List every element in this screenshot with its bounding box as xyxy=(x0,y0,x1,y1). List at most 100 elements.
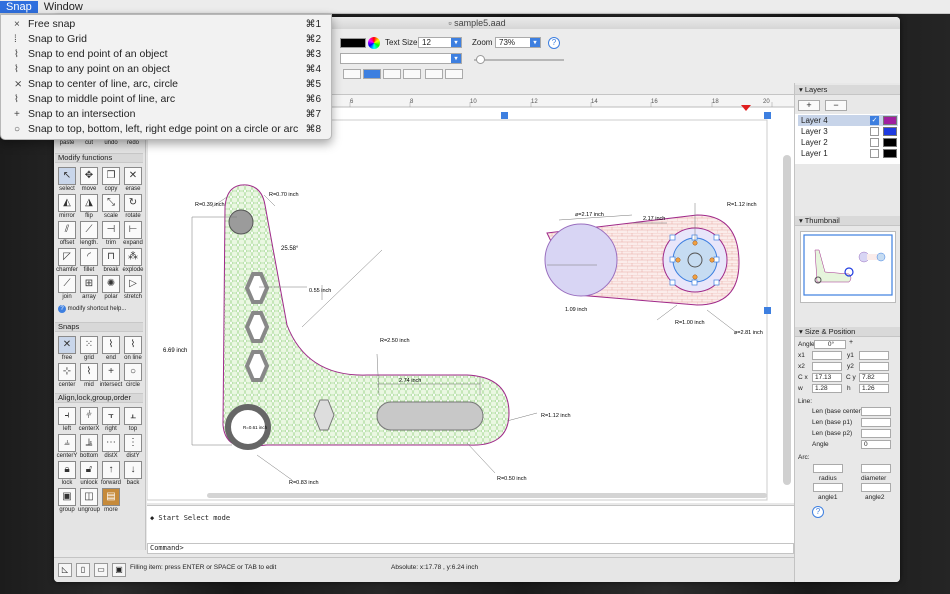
menu-item-snap-edge[interactable]: ○ Snap to top, bottom, left, right edge p… xyxy=(1,122,331,137)
diameter-field[interactable] xyxy=(861,464,891,473)
w-field[interactable]: 1.28 xyxy=(812,384,842,393)
zoom-select[interactable]: 73% ▾ xyxy=(495,37,541,48)
modify-help-link[interactable]: ? modify shortcut help... xyxy=(58,305,126,313)
align-justify-button[interactable] xyxy=(403,69,421,79)
hex-nut[interactable] xyxy=(244,350,270,382)
selection-handle[interactable] xyxy=(764,112,771,119)
layer-item-3[interactable]: Layer 3 xyxy=(798,126,898,137)
size-help-button[interactable]: ? xyxy=(812,506,824,518)
align-right-button[interactable] xyxy=(383,69,401,79)
radius-label: radius xyxy=(819,475,837,482)
dim-label: 2.74 inch xyxy=(399,378,421,384)
x1-field[interactable] xyxy=(812,351,842,360)
slot[interactable] xyxy=(376,401,484,431)
angle1-field[interactable] xyxy=(813,483,843,492)
menu-item-snap-center[interactable]: ⨯ Snap to center of line, arc, circle ⌘5 xyxy=(1,77,331,92)
layer-visible-checkbox[interactable] xyxy=(870,149,879,158)
align-center-button[interactable] xyxy=(363,69,381,79)
menu-item-snap-any[interactable]: ⌇ Snap to any point on an object ⌘4 xyxy=(1,62,331,77)
page-view-icon[interactable]: ▯ xyxy=(76,563,90,577)
menu-item-snap-grid[interactable]: ⁞ Snap to Grid ⌘2 xyxy=(1,32,331,47)
y1-field[interactable] xyxy=(859,351,889,360)
layer-visible-checkbox[interactable] xyxy=(870,138,879,147)
explode-tool[interactable]: ⁂ explode xyxy=(122,248,144,275)
selection-handle[interactable] xyxy=(764,307,771,314)
hub-hole[interactable] xyxy=(687,252,703,268)
cx-field[interactable]: 17.13 xyxy=(812,373,842,382)
ruler-toggle-icon[interactable]: ◺ xyxy=(58,563,72,577)
back-tool[interactable]: ↓ back xyxy=(122,461,144,488)
help-button[interactable]: ? xyxy=(548,37,560,49)
menu-window[interactable]: Window xyxy=(38,1,89,13)
x2-field[interactable] xyxy=(812,362,842,371)
y2-field[interactable] xyxy=(859,362,889,371)
align-header[interactable]: Align,lock,group,order xyxy=(55,393,143,403)
layers-header[interactable]: ▾ Layers xyxy=(795,85,900,95)
online-snap-tool[interactable]: ⌇ on line xyxy=(122,336,144,363)
free-snap-icon: ✕ xyxy=(58,336,76,354)
align-left-button[interactable] xyxy=(343,69,361,79)
menu-item-free-snap[interactable]: × Free snap ⌘1 xyxy=(1,17,331,32)
more-tool[interactable]: ▤ more xyxy=(100,488,122,515)
color-wheel-icon[interactable] xyxy=(368,37,380,49)
align-top-tool[interactable]: ⫠ top xyxy=(122,407,144,434)
rotate-tool[interactable]: ↻ rotate xyxy=(122,194,144,221)
circle-snap-tool[interactable]: ○ circle xyxy=(122,363,144,390)
large-circle[interactable] xyxy=(544,223,618,297)
box-icon[interactable]: ▣ xyxy=(112,563,126,577)
menu-item-snap-intersection[interactable]: + Snap to an intersection ⌘7 xyxy=(1,107,331,122)
stretch-tool[interactable]: ▷ stretch xyxy=(122,275,144,302)
layer-item-1[interactable]: Layer 1 xyxy=(798,148,898,159)
layer-color-swatch[interactable] xyxy=(883,149,897,158)
drawing-svg[interactable]: 4 6 8 10 12 14 16 18 20 R=0.39 inch R=0.… xyxy=(147,95,794,503)
redo-tool[interactable]: redo xyxy=(118,139,148,147)
erase-tool[interactable]: ✕ erase xyxy=(122,167,144,194)
zoom-slider[interactable] xyxy=(474,55,564,64)
thumbnail-view[interactable] xyxy=(800,231,896,303)
layer-item-2[interactable]: Layer 2 xyxy=(798,137,898,148)
text-color-well[interactable] xyxy=(340,38,366,48)
line-angle-field[interactable]: 0 xyxy=(861,440,891,449)
dist-y-tool[interactable]: ⋮ distY xyxy=(122,434,144,461)
len-p2-field[interactable] xyxy=(861,429,891,438)
thumbnail-header[interactable]: ▾ Thumbnail xyxy=(795,216,900,226)
horizontal-scrollbar[interactable] xyxy=(207,493,767,498)
add-layer-button[interactable]: + xyxy=(798,100,820,111)
menu-item-snap-end[interactable]: ⌇ Snap to end point of an object ⌘3 xyxy=(1,47,331,62)
modify-header[interactable]: Modify functions xyxy=(55,153,143,163)
command-input[interactable]: Command> xyxy=(147,543,794,554)
menu-item-snap-middle[interactable]: ⌇ Snap to middle point of line, arc ⌘6 xyxy=(1,92,331,107)
hex-nut[interactable] xyxy=(244,311,270,343)
len-center-field[interactable] xyxy=(861,407,891,416)
angle2-field[interactable] xyxy=(861,483,891,492)
vertical-scrollbar[interactable] xyxy=(783,155,791,485)
drawing-canvas[interactable]: 4 6 8 10 12 14 16 18 20 R=0.39 inch R=0.… xyxy=(147,95,794,503)
angle-field[interactable]: 0° xyxy=(814,340,846,349)
zoom-slider-knob[interactable] xyxy=(476,55,485,64)
snaps-header[interactable]: Snaps xyxy=(55,322,143,332)
cy-field[interactable]: 7.82 xyxy=(859,373,889,382)
menu-snap[interactable]: Snap xyxy=(0,0,38,13)
remove-layer-button[interactable]: − xyxy=(825,100,847,111)
layer-color-swatch[interactable] xyxy=(883,127,897,136)
expand-tool[interactable]: ⊢ expand xyxy=(122,221,144,248)
hex-nut[interactable] xyxy=(244,272,270,304)
angle-stepper-icon[interactable]: + xyxy=(849,339,853,346)
y2-label: y2 xyxy=(847,363,854,370)
pivot-hole[interactable] xyxy=(228,209,254,235)
len-p1-field[interactable] xyxy=(861,418,891,427)
font-select[interactable]: ▾ xyxy=(340,53,462,64)
valign-middle-button[interactable] xyxy=(445,69,463,79)
text-size-select[interactable]: 12 ▾ xyxy=(418,37,462,48)
layer-color-swatch[interactable] xyxy=(883,138,897,147)
panel-view-icon[interactable]: ▭ xyxy=(94,563,108,577)
radius-field[interactable] xyxy=(813,464,843,473)
valign-top-button[interactable] xyxy=(425,69,443,79)
size-position-header[interactable]: ▾ Size & Position xyxy=(795,327,900,337)
layer-visible-checkbox[interactable]: ✓ xyxy=(870,116,879,125)
layer-color-swatch[interactable] xyxy=(883,116,897,125)
layer-item-4[interactable]: Layer 4 ✓ xyxy=(798,115,898,126)
h-field[interactable]: 1.26 xyxy=(859,384,889,393)
selection-handle[interactable] xyxy=(501,112,508,119)
layer-visible-checkbox[interactable] xyxy=(870,127,879,136)
